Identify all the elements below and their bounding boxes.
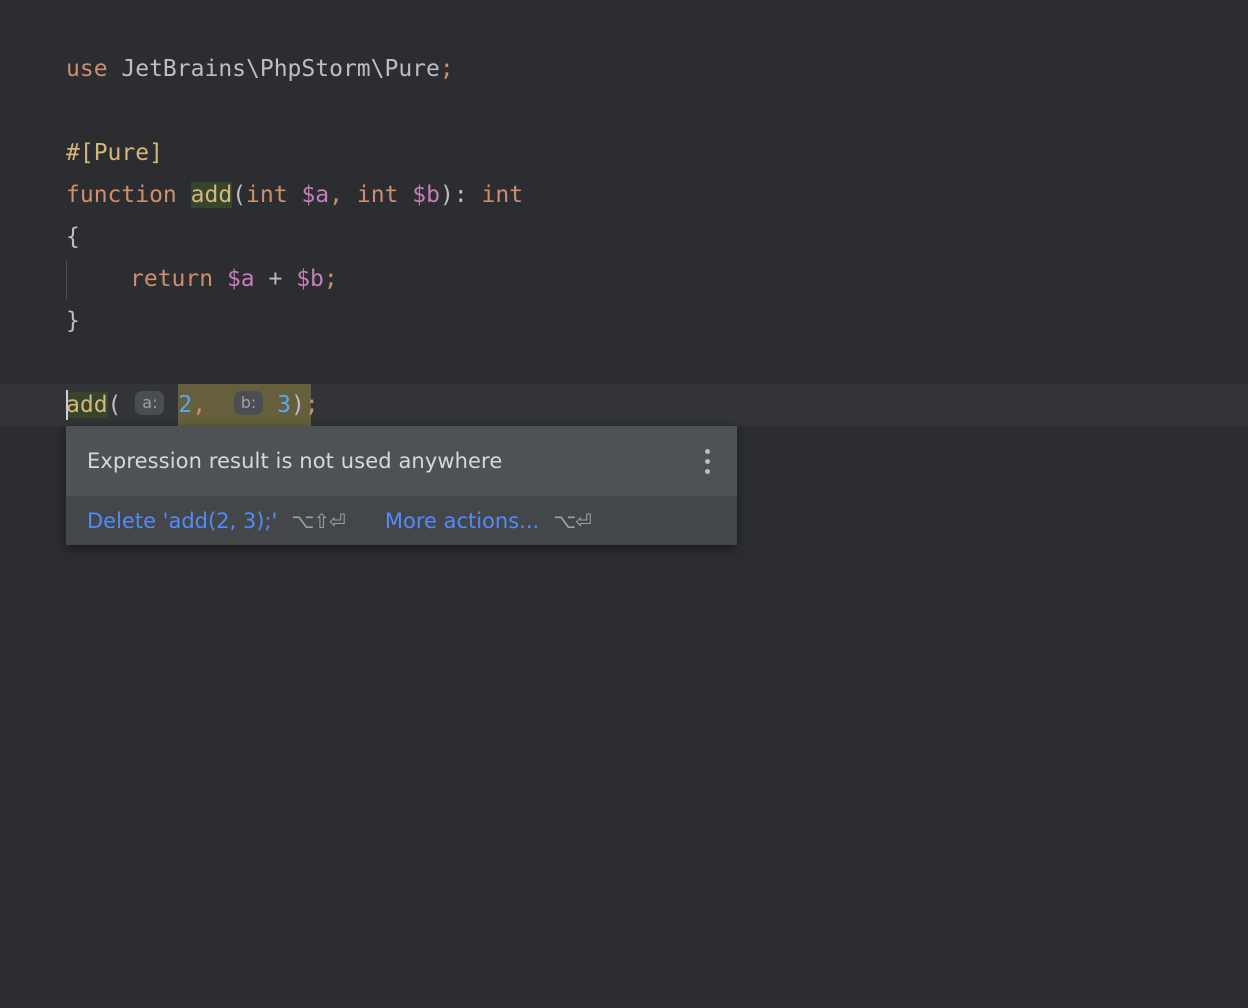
call-name-add: add xyxy=(66,392,108,418)
delete-statement-label: Delete 'add(2, 3);' xyxy=(87,509,277,533)
type-int-b: int xyxy=(357,182,399,208)
brace-close: } xyxy=(66,308,80,334)
argument-comma: , xyxy=(192,392,206,418)
semicolon: ; xyxy=(324,266,338,292)
call-paren-open: ( xyxy=(108,392,122,418)
inspection-message: Expression result is not used anywhere xyxy=(87,449,502,473)
inlay-hint-b[interactable]: b: xyxy=(234,391,264,415)
whitespace xyxy=(213,266,227,292)
code-line-brace-close: } xyxy=(66,300,80,342)
return-type-colon: : xyxy=(454,182,482,208)
attribute-pure: #[Pure] xyxy=(66,140,163,166)
code-line-use: use JetBrains\PhpStorm\Pure; xyxy=(66,48,454,90)
more-actions-shortcut: ⌥⏎ xyxy=(553,509,591,533)
argument-2: 2 xyxy=(178,392,192,418)
paren-open: ( xyxy=(232,182,246,208)
call-paren-close: ) xyxy=(291,392,305,418)
text-caret xyxy=(66,390,68,420)
return-var-a: $a xyxy=(227,266,255,292)
whitespace xyxy=(288,182,302,208)
semicolon: ; xyxy=(440,56,454,82)
delete-statement-action[interactable]: Delete 'add(2, 3);' ⌥⇧⏎ xyxy=(87,509,345,533)
code-line-function-signature: function add(int $a, int $b): int xyxy=(66,174,523,216)
delete-statement-shortcut: ⌥⇧⏎ xyxy=(291,509,345,533)
namespace-path: JetBrains\PhpStorm\Pure xyxy=(108,56,440,82)
keyword-function: function xyxy=(66,182,177,208)
inspection-message-row: Expression result is not used anywhere xyxy=(66,426,737,496)
code-line-return: return $a + $b; xyxy=(130,258,338,300)
inlay-hint-a[interactable]: a: xyxy=(135,391,164,415)
paren-close: ) xyxy=(440,182,454,208)
inspection-actions-row: Delete 'add(2, 3);' ⌥⇧⏎ More actions... … xyxy=(66,496,737,545)
function-name-add: add xyxy=(191,182,233,208)
return-var-b: $b xyxy=(296,266,324,292)
kebab-menu-icon[interactable] xyxy=(696,446,718,476)
code-line-call: add( a: 2, b: 3); xyxy=(66,384,319,426)
type-int-a: int xyxy=(246,182,288,208)
brace-open: { xyxy=(66,224,80,250)
param-var-b: $b xyxy=(412,182,440,208)
whitespace xyxy=(398,182,412,208)
whitespace xyxy=(177,182,191,208)
code-line-attribute: #[Pure] xyxy=(66,132,163,174)
more-actions-label: More actions... xyxy=(385,509,539,533)
operator-plus: + xyxy=(255,266,297,292)
param-var-a: $a xyxy=(301,182,329,208)
call-semicolon: ; xyxy=(305,392,319,418)
return-type-int: int xyxy=(482,182,524,208)
inspection-popup[interactable]: Expression result is not used anywhere D… xyxy=(66,426,737,545)
argument-3: 3 xyxy=(277,392,291,418)
code-editor[interactable]: use JetBrains\PhpStorm\Pure; #[Pure] fun… xyxy=(0,0,1248,624)
keyword-return: return xyxy=(130,266,213,292)
keyword-use: use xyxy=(66,56,108,82)
code-line-brace-open: { xyxy=(66,216,80,258)
more-actions-action[interactable]: More actions... ⌥⏎ xyxy=(385,509,591,533)
param-comma: , xyxy=(329,182,357,208)
